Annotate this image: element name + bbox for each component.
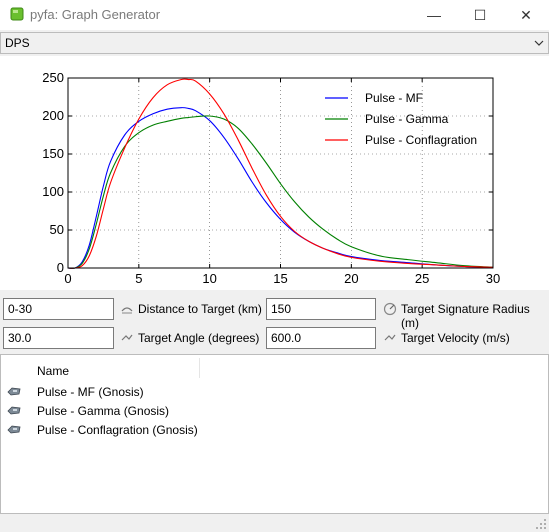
maximize-icon: ☐ <box>473 6 487 23</box>
y-tick-label: 250 <box>42 70 64 85</box>
velocity-icon <box>384 334 396 341</box>
y-tick-label: 50 <box>50 222 64 237</box>
list-item[interactable]: Pulse - MF (Gnosis) <box>5 383 405 401</box>
ship-icon <box>7 387 21 396</box>
legend-label-2: Pulse - Gamma <box>365 112 449 126</box>
ship-icon <box>7 406 21 415</box>
distance-label: Distance to Target (km) <box>138 302 262 316</box>
distance-field[interactable] <box>3 298 114 320</box>
angle-label: Target Angle (degrees) <box>138 331 260 345</box>
velocity-input[interactable] <box>267 328 375 348</box>
y-tick-label: 200 <box>42 108 64 123</box>
series-line-3 <box>67 78 494 269</box>
signature-icon <box>383 302 397 316</box>
angle-icon <box>121 334 133 341</box>
chevron-down-icon <box>534 40 544 46</box>
y-tick-label: 100 <box>42 184 64 199</box>
x-tick-label: 15 <box>273 271 287 286</box>
graph-type-value: DPS <box>5 36 30 50</box>
legend-label-3: Pulse - Conflagration <box>365 133 477 147</box>
angle-input[interactable] <box>4 328 113 348</box>
x-tick-label: 0 <box>64 271 71 286</box>
x-tick-label: 10 <box>202 271 216 286</box>
legend-label-1: Pulse - MF <box>365 91 423 105</box>
minimize-button[interactable]: — <box>411 0 457 30</box>
x-tick-label: 25 <box>415 271 429 286</box>
close-icon: ✕ <box>520 6 532 23</box>
graph-panel: 0 5 10 15 20 25 30 0 50 100 150 200 250 Pulse - MF Pul… <box>0 56 549 290</box>
ship-icon <box>7 425 21 434</box>
velocity-field[interactable] <box>266 327 376 349</box>
fit-list[interactable]: Name Pulse - MF (Gnosis) Pulse - Gamma (… <box>0 354 549 514</box>
signature-field[interactable] <box>266 298 376 320</box>
dps-chart: 0 5 10 15 20 25 30 0 50 100 150 200 250 Pulse - MF Pul… <box>42 70 500 286</box>
x-tick-label: 5 <box>135 271 142 286</box>
angle-field[interactable] <box>3 327 114 349</box>
name-column-label: Name <box>37 364 70 378</box>
maximize-button[interactable]: ☐ <box>457 0 503 30</box>
list-item[interactable]: Pulse - Gamma (Gnosis) <box>5 402 405 420</box>
graph-type-select[interactable]: DPS <box>0 32 549 54</box>
x-tick-label: 20 <box>344 271 358 286</box>
fit-name: Pulse - MF (Gnosis) <box>37 385 144 399</box>
y-tick-label: 0 <box>57 260 64 275</box>
x-tick-label: 30 <box>486 271 500 286</box>
name-column-header[interactable]: Name <box>31 358 200 378</box>
fit-name: Pulse - Gamma (Gnosis) <box>37 404 170 418</box>
pyfa-app-icon <box>10 7 24 21</box>
title-bar: pyfa: Graph Generator — ☐ ✕ <box>0 0 549 30</box>
minimize-icon: — <box>427 7 441 23</box>
distance-icon <box>121 307 133 314</box>
close-button[interactable]: ✕ <box>503 0 549 30</box>
signature-input[interactable] <box>267 299 375 319</box>
signature-label: Target Signature Radius (m) <box>401 302 530 330</box>
resize-grip-icon[interactable] <box>535 518 547 530</box>
velocity-label: Target Velocity (m/s) <box>401 331 510 345</box>
distance-input[interactable] <box>4 299 113 319</box>
y-tick-label: 150 <box>42 146 64 161</box>
list-item[interactable]: Pulse - Conflagration (Gnosis) <box>5 421 405 439</box>
fit-name: Pulse - Conflagration (Gnosis) <box>37 423 198 437</box>
window-title: pyfa: Graph Generator <box>30 7 161 22</box>
